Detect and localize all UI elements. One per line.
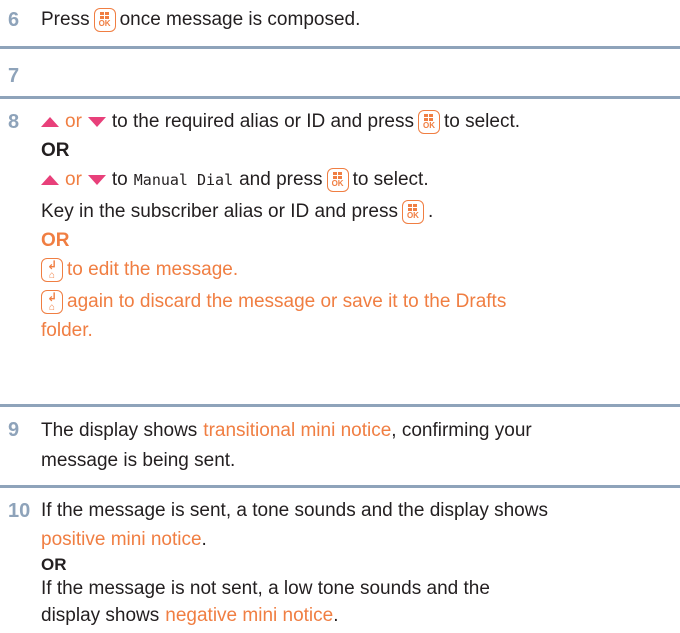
separator (0, 96, 680, 99)
step-text: message is being sent. (41, 450, 236, 471)
step-text: If the message is not sent, a low tone s… (41, 578, 490, 599)
step-text: again to discard the message or save it … (67, 291, 507, 312)
or-heading: OR (41, 230, 70, 251)
menu-ok-key-icon: OK (417, 110, 440, 134)
step-text: to (111, 169, 128, 190)
step-number: 9 (8, 419, 20, 441)
down-arrow-icon (87, 175, 106, 185)
back-home-key-icon: ↲ ⌂ (41, 258, 63, 282)
step-line: or to the required alias or ID and press… (41, 106, 680, 138)
or-label: or (65, 169, 82, 190)
step-text: once message is composed. (119, 9, 361, 30)
step-number: 6 (8, 9, 20, 31)
or-heading: OR (41, 140, 70, 161)
step-text: Press (41, 9, 90, 30)
separator (0, 404, 680, 407)
step-text: The display shows (41, 420, 198, 441)
step-line: Key in the subscriber alias or ID and pr… (41, 196, 680, 228)
step-text: . (201, 529, 207, 550)
separator (0, 485, 680, 488)
step-text: to edit the message. (67, 259, 239, 280)
step-text: . (427, 201, 434, 222)
step-text: Key in the subscriber alias or ID and pr… (41, 201, 398, 222)
step-text: folder. (41, 320, 93, 341)
menu-ok-key-icon: OK (93, 8, 116, 32)
up-arrow-icon (41, 175, 59, 185)
step-number: 7 (8, 65, 20, 87)
back-home-key-icon: ↲ ⌂ (41, 290, 63, 314)
menu-ok-key-icon: OK (401, 200, 424, 224)
step-number: 10 (8, 500, 31, 522)
step-text: to select. (352, 169, 429, 190)
step-line: ↲ ⌂ to edit the message. (41, 254, 680, 286)
or-label: or (65, 111, 82, 132)
step-line: ↲ ⌂ again to discard the message or save … (41, 286, 680, 318)
step-text: , confirming your (391, 420, 532, 441)
menu-ok-key-icon: OK (326, 168, 349, 192)
notice-link: negative mini notice (165, 605, 334, 626)
menu-option-name: Manual Dial (133, 171, 234, 189)
or-heading: OR (41, 555, 67, 574)
step-text: . (333, 605, 339, 626)
notice-link: positive mini notice (41, 529, 202, 550)
step-text: display shows (41, 605, 160, 626)
down-arrow-icon (87, 117, 106, 127)
step-text: If the message is sent, a tone sounds an… (41, 500, 548, 521)
separator (0, 46, 680, 49)
notice-link: transitional mini notice (203, 420, 392, 441)
step-text: to the required alias or ID and press (111, 111, 414, 132)
step-text: to select. (443, 111, 521, 132)
up-arrow-icon (41, 117, 59, 127)
step-text: and press (239, 169, 323, 190)
step-number: 8 (8, 111, 20, 133)
step-line: or to Manual Dial and press OK to select… (41, 164, 680, 196)
